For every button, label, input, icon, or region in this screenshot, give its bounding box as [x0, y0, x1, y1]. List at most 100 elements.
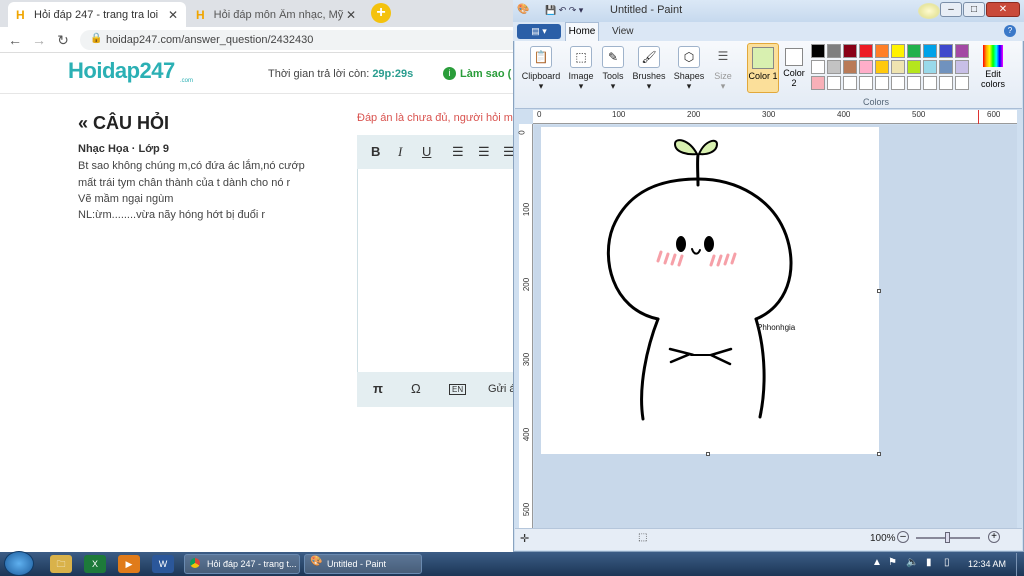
close-tab-icon[interactable]: ✕	[168, 8, 178, 22]
italic-button[interactable]: I	[398, 144, 402, 160]
custom-swatch[interactable]	[875, 76, 889, 90]
answer-editor[interactable]	[357, 135, 537, 407]
color1-button[interactable]: Color 1	[747, 43, 779, 93]
image-group[interactable]: ⬚ Image ▾	[565, 44, 597, 94]
maximize-button[interactable]: □	[963, 2, 985, 17]
minimize-button[interactable]: –	[940, 2, 962, 17]
palette-swatch[interactable]	[843, 60, 857, 74]
zoom-slider-thumb[interactable]	[945, 532, 950, 543]
resize-handle[interactable]	[877, 452, 881, 456]
brushes-group[interactable]: 🖌 Brushes ▾	[631, 44, 667, 94]
omega-button[interactable]: Ω	[411, 381, 421, 396]
character-body-left	[640, 317, 660, 421]
zoom-level: 100%	[870, 533, 896, 544]
custom-swatch[interactable]	[891, 76, 905, 90]
sprout-leaf-right	[697, 139, 719, 156]
palette-swatch[interactable]	[827, 44, 841, 58]
palette-swatch[interactable]	[907, 60, 921, 74]
tab-hoidap247[interactable]: H Hỏi đáp 247 - trang tra loi ✕	[8, 2, 186, 27]
tab-home[interactable]: Home	[565, 22, 599, 41]
hand-right	[707, 347, 733, 366]
palette-swatch[interactable]	[875, 60, 889, 74]
palette-swatch[interactable]	[891, 60, 905, 74]
help-icon[interactable]: ?	[1004, 25, 1016, 37]
tools-group[interactable]: ✎ Tools ▾	[598, 44, 628, 94]
forward-icon[interactable]: →	[30, 31, 48, 49]
show-hidden-icons[interactable]: ▲	[872, 557, 882, 568]
palette-swatch[interactable]	[939, 44, 953, 58]
task-label: Hỏi đáp 247 - trang t...	[207, 559, 297, 569]
edit-colors-button[interactable]: Edit colors	[978, 44, 1008, 89]
media-player-icon[interactable]: ▶	[118, 555, 140, 573]
palette-swatch[interactable]	[955, 60, 969, 74]
double-chevron-left-icon[interactable]: «	[78, 113, 88, 133]
submit-button[interactable]: Gửi á	[488, 383, 516, 395]
taskbar-chrome[interactable]: Hỏi đáp 247 - trang t...	[184, 554, 300, 574]
palette-swatch[interactable]	[891, 44, 905, 58]
action-center-icon[interactable]: ⚑	[888, 557, 897, 568]
network-icon[interactable]: ▮	[926, 557, 932, 568]
reload-icon[interactable]: ↻	[54, 31, 72, 49]
align-left-icon[interactable]: ☰	[452, 144, 464, 160]
paint-app-icon[interactable]: 🎨	[517, 4, 529, 15]
excel-icon[interactable]: X	[84, 555, 106, 573]
tab-view[interactable]: View	[612, 26, 634, 37]
close-button[interactable]: ✕	[986, 2, 1020, 17]
tab-label: Hỏi đáp 247 - trang tra loi	[34, 8, 159, 21]
volume-icon[interactable]: 🔈	[906, 557, 918, 568]
palette-swatch[interactable]	[859, 60, 873, 74]
shapes-group[interactable]: ⬡ Shapes ▾	[672, 44, 706, 94]
custom-swatch[interactable]	[859, 76, 873, 90]
power-icon[interactable]: ▯	[944, 557, 950, 568]
underline-button[interactable]: U	[422, 144, 431, 159]
colors-group-label: Colors	[863, 97, 890, 107]
explorer-icon[interactable]: 🗀	[50, 555, 72, 573]
resize-handle[interactable]	[877, 289, 881, 293]
zoom-in-button[interactable]: +	[988, 531, 1000, 543]
size-group[interactable]: ☰ Size ▾	[708, 44, 738, 94]
custom-swatch[interactable]	[923, 76, 937, 90]
eye-right	[704, 236, 714, 252]
eye-left	[676, 236, 686, 252]
palette-swatch[interactable]	[843, 44, 857, 58]
custom-swatch[interactable]	[827, 76, 841, 90]
palette-swatch[interactable]	[923, 60, 937, 74]
resize-handle[interactable]	[706, 452, 710, 456]
palette-swatch[interactable]	[859, 44, 873, 58]
language-button[interactable]: EN	[449, 384, 467, 395]
new-tab-button[interactable]: +	[371, 3, 391, 23]
custom-swatch[interactable]	[843, 76, 857, 90]
show-desktop-button[interactable]	[1016, 553, 1024, 576]
custom-swatch[interactable]	[939, 76, 953, 90]
clock[interactable]: 12:34 AM	[968, 559, 1006, 569]
palette-swatch[interactable]	[907, 44, 921, 58]
align-center-icon[interactable]: ☰	[478, 144, 490, 160]
zoom-out-button[interactable]: –	[897, 531, 909, 543]
palette-swatch[interactable]	[875, 44, 889, 58]
howto-link[interactable]: Làm sao (	[460, 68, 511, 80]
palette-swatch[interactable]	[955, 44, 969, 58]
site-logo[interactable]: Hoidap247	[68, 58, 175, 84]
custom-swatch[interactable]	[955, 76, 969, 90]
custom-swatch[interactable]	[811, 76, 825, 90]
back-icon[interactable]: ←	[6, 31, 24, 49]
palette-swatch[interactable]	[939, 60, 953, 74]
pi-button[interactable]: π	[373, 381, 383, 396]
close-tab-icon[interactable]: ✕	[346, 8, 356, 22]
palette-swatch[interactable]	[923, 44, 937, 58]
drawing-canvas[interactable]: Phhonhgia	[541, 127, 879, 454]
quick-access-icons[interactable]: 💾 ↶ ↷ ▾	[545, 5, 583, 16]
palette-swatch[interactable]	[811, 60, 825, 74]
bold-button[interactable]: B	[371, 144, 380, 159]
palette-swatch[interactable]	[827, 60, 841, 74]
address-bar[interactable]: 🔒 hoidap247.com/answer_question/2432430	[80, 30, 520, 50]
palette-swatch[interactable]	[811, 44, 825, 58]
word-icon[interactable]: W	[152, 555, 174, 573]
clipboard-group[interactable]: 📋 Clipboard ▾	[521, 44, 561, 94]
start-button[interactable]	[4, 551, 34, 576]
custom-swatch[interactable]	[907, 76, 921, 90]
tab-hoidap-music[interactable]: H Hỏi đáp môn Âm nhạc, Mỹ thuật ✕	[188, 2, 364, 27]
paint-menu-button[interactable]: ▤ ▾	[517, 24, 561, 39]
ruler-label: 100	[612, 110, 626, 119]
color2-button[interactable]: Color 2	[781, 43, 807, 93]
